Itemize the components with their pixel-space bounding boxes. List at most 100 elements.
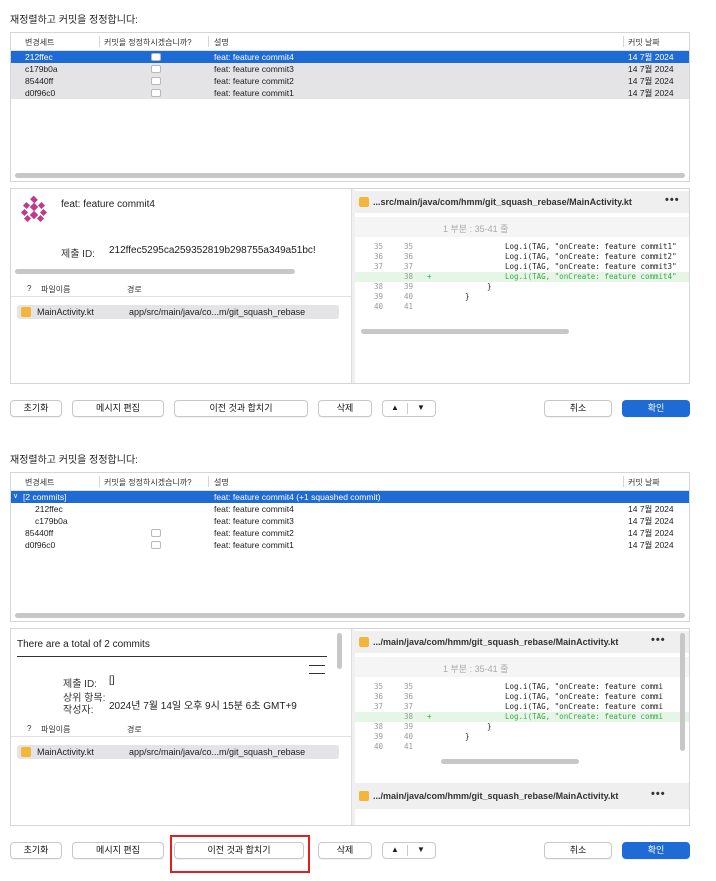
table-row[interactable]: c179b0a feat: feature commit3 14 7월 2024 (11, 515, 689, 527)
cancel-button[interactable]: 취소 (544, 400, 612, 417)
move-up-icon[interactable]: ▲ (391, 845, 399, 854)
detail-horizontal-scrollbar[interactable] (15, 269, 295, 274)
diff-horizontal-scrollbar[interactable] (361, 329, 569, 334)
table-row[interactable]: d0f96c0 feat: feature commit1 14 7월 2024 (11, 539, 689, 551)
edit-message-button[interactable]: 메시지 편집 (72, 400, 164, 417)
column-divider (623, 476, 624, 487)
diff-hunk-header: 1 부분 : 35-41 줄 (355, 217, 689, 237)
commit-table-header: 변경세트 커밋을 정정하시겠습니까? 설명 커밋 날짜 (11, 33, 689, 51)
diff-line: 39 40} (373, 292, 470, 301)
amend-checkbox[interactable] (151, 89, 161, 97)
message-underline (17, 656, 327, 657)
amend-checkbox[interactable] (151, 77, 161, 85)
author-label: 작성자: (63, 705, 94, 716)
diff-horizontal-scrollbar[interactable] (441, 759, 579, 764)
diff-line: 36 36 Log.i(TAG, "onCreate: feature commi (373, 692, 664, 701)
delete-button[interactable]: 삭제 (318, 842, 372, 859)
row-hash: c179b0a (25, 64, 58, 74)
text-resize-handle (309, 673, 325, 674)
row-date: 14 7월 2024 (628, 52, 674, 62)
kotlin-file-icon (359, 791, 369, 801)
table-row-group[interactable]: ∨ [2 commits] feat: feature commit4 (+1 … (11, 491, 689, 503)
avatar-icon (19, 195, 49, 225)
commit-message: There are a total of 2 commits (17, 639, 150, 650)
confirm-button[interactable]: 확인 (622, 842, 690, 859)
row-description: feat: feature commit2 (214, 76, 294, 86)
row-description: feat: feature commit3 (214, 64, 294, 74)
column-filename[interactable]: 파일이름 (41, 724, 70, 735)
table-row[interactable]: 85440ff feat: feature commit2 14 7월 2024 (11, 527, 689, 539)
table-row[interactable]: 212ffec feat: feature commit4 14 7월 2024 (11, 503, 689, 515)
chevron-down-icon[interactable]: ∨ (13, 491, 18, 503)
amend-checkbox[interactable] (151, 541, 161, 549)
kotlin-file-icon (359, 637, 369, 647)
delete-button[interactable]: 삭제 (318, 400, 372, 417)
amend-checkbox[interactable] (151, 65, 161, 73)
column-amend[interactable]: 커밋을 정정하시겠습니까? (104, 37, 192, 48)
row-hash: d0f96c0 (25, 88, 56, 98)
row-description: feat: feature commit4 (214, 52, 294, 62)
move-buttons: ▲ ▼ (382, 842, 436, 859)
column-divider (99, 36, 100, 47)
table-row[interactable]: d0f96c0 feat: feature commit1 14 7월 2024 (11, 87, 689, 99)
column-description[interactable]: 설명 (214, 37, 229, 48)
detail-split-view: feat: feature commit4 제출 ID: 212ffec5295… (10, 188, 690, 384)
dialog-heading: 재정렬하고 커밋을 정정합니다: (10, 455, 138, 466)
reset-button[interactable]: 초기화 (10, 400, 62, 417)
row-description: feat: feature commit3 (214, 516, 294, 526)
diff-line: 39 40} (373, 732, 470, 741)
submit-id-value: 212ffec5295ca259352819b298755a349a51bc! (109, 245, 316, 256)
column-divider (208, 476, 209, 487)
table-horizontal-scrollbar[interactable] (15, 173, 685, 178)
more-options-icon[interactable]: ••• (651, 788, 666, 800)
move-up-icon[interactable]: ▲ (391, 403, 399, 412)
column-commit-date[interactable]: 커밋 날짜 (628, 477, 660, 488)
diff-file-path: .../main/java/com/hmm/git_squash_rebase/… (373, 791, 619, 801)
hunk-range: 1 부분 : 35-41 줄 (443, 224, 509, 234)
column-changeset[interactable]: 변경세트 (25, 477, 54, 488)
commit-table-header: 변경세트 커밋을 정정하시겠습니까? 설명 커밋 날짜 (11, 473, 689, 491)
file-table-header: ? 파일이름 경로 (11, 721, 351, 737)
commit-detail-pane: There are a total of 2 commits 제출 ID: []… (11, 629, 351, 825)
kotlin-file-icon (359, 197, 369, 207)
row-date: 14 7월 2024 (628, 76, 674, 86)
row-hash: c179b0a (35, 516, 68, 526)
table-row[interactable]: c179b0a feat: feature commit3 14 7월 2024 (11, 63, 689, 75)
edit-message-button[interactable]: 메시지 편집 (72, 842, 164, 859)
column-status[interactable]: ? (27, 724, 31, 733)
column-description[interactable]: 설명 (214, 477, 229, 488)
move-down-icon[interactable]: ▼ (417, 845, 425, 854)
squash-with-previous-button[interactable]: 이전 것과 합치기 (174, 400, 308, 417)
amend-checkbox[interactable] (151, 529, 161, 537)
row-date: 14 7월 2024 (628, 64, 674, 74)
diff-line: 35 35 Log.i(TAG, "onCreate: feature commi (373, 682, 664, 691)
table-row[interactable]: 212ffec feat: feature commit4 14 7월 2024 (11, 51, 689, 63)
diff-line: 37 37 Log.i(TAG, "onCreate: feature commit… (373, 262, 677, 271)
column-status[interactable]: ? (27, 284, 31, 293)
file-row[interactable]: MainActivity.kt app/src/main/java/co...m… (17, 305, 339, 319)
diff-pane: .../main/java/com/hmm/git_squash_rebase/… (355, 629, 689, 825)
column-amend[interactable]: 커밋을 정정하시겠습니까? (104, 477, 192, 488)
more-options-icon[interactable]: ••• (651, 634, 666, 646)
kotlin-file-icon (21, 307, 31, 317)
group-hash: [2 commits] (23, 492, 67, 502)
column-path[interactable]: 경로 (127, 724, 142, 735)
kotlin-file-icon (21, 747, 31, 757)
more-options-icon[interactable]: ••• (665, 194, 680, 206)
column-changeset[interactable]: 변경세트 (25, 37, 54, 48)
confirm-button[interactable]: 확인 (622, 400, 690, 417)
detail-vertical-scrollbar[interactable] (337, 633, 342, 669)
file-row[interactable]: MainActivity.kt app/src/main/java/co...m… (17, 745, 339, 759)
cancel-button[interactable]: 취소 (544, 842, 612, 859)
table-horizontal-scrollbar[interactable] (15, 613, 685, 618)
move-down-icon[interactable]: ▼ (417, 403, 425, 412)
author-value: 2024년 7월 14일 오후 9시 15분 6초 GMT+9 (109, 701, 297, 712)
table-row[interactable]: 85440ff feat: feature commit2 14 7월 2024 (11, 75, 689, 87)
diff-vertical-scrollbar[interactable] (680, 633, 685, 751)
column-commit-date[interactable]: 커밋 날짜 (628, 37, 660, 48)
column-filename[interactable]: 파일이름 (41, 284, 70, 295)
amend-checkbox[interactable] (151, 53, 161, 61)
column-path[interactable]: 경로 (127, 284, 142, 295)
reset-button[interactable]: 초기화 (10, 842, 62, 859)
commit-table: 변경세트 커밋을 정정하시겠습니까? 설명 커밋 날짜 212ffec feat… (10, 32, 690, 182)
